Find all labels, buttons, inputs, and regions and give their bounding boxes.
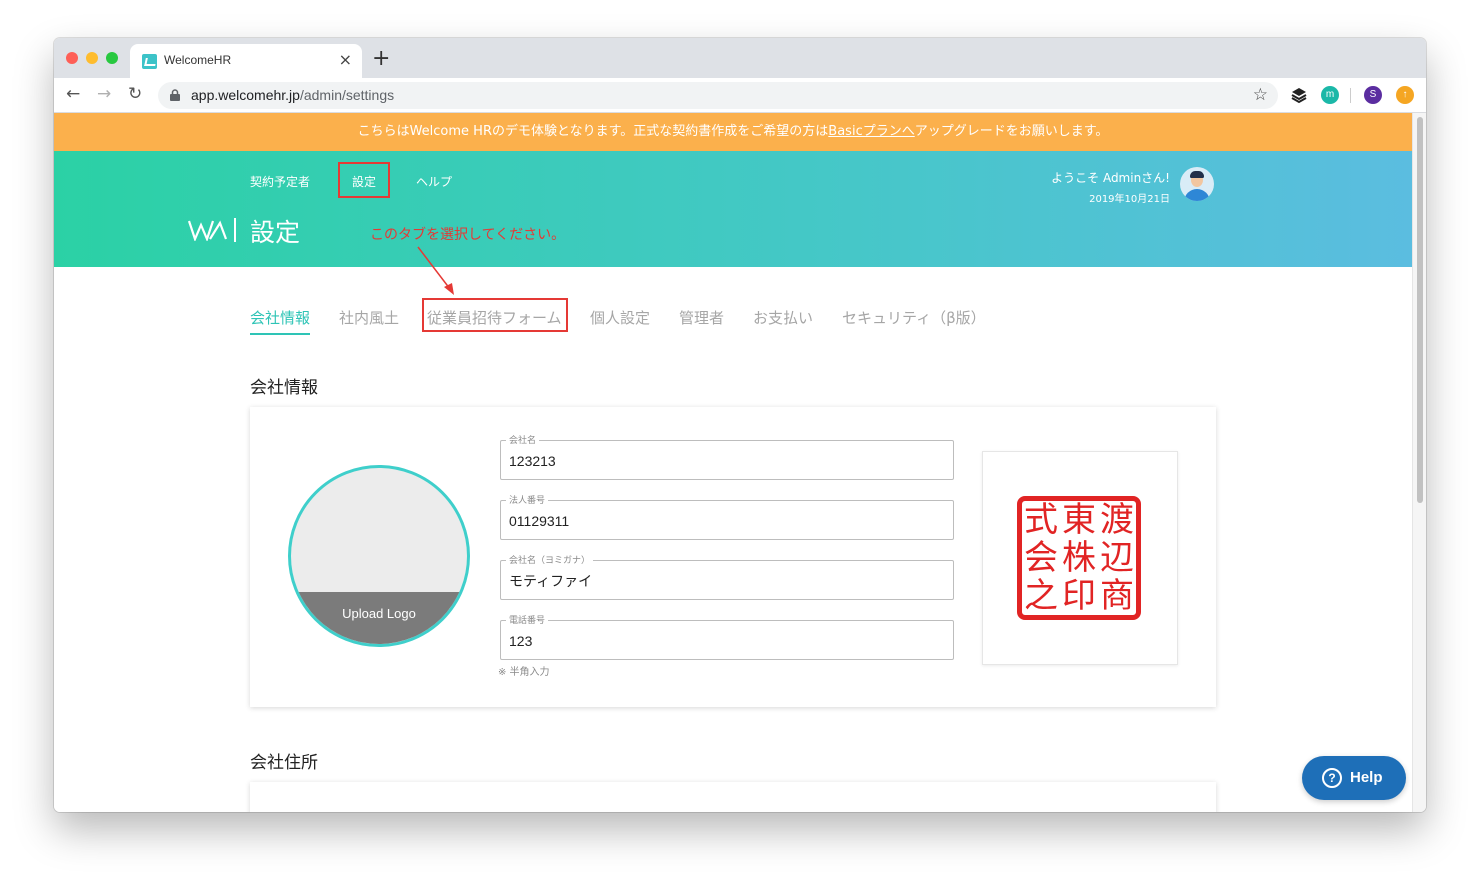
company-seal-image: 式東渡 会株辺 之印商 (1017, 496, 1141, 620)
company-info-card: Upload Logo 会社名 法人番号 会社名（ヨミガナ） 電話番号 ※ 半角… (250, 407, 1216, 707)
tab-security-beta[interactable]: セキュリティ（β版） (842, 307, 986, 328)
tab-title: WelcomeHR (164, 53, 232, 67)
logo-divider (234, 218, 236, 242)
company-name-input[interactable] (509, 453, 939, 469)
phone-number-input[interactable] (509, 633, 939, 649)
page-content: こちらはWelcome HRのデモ体験となります。正式な契約書作成をご希望の方は… (54, 113, 1412, 812)
forward-icon[interactable]: → (97, 84, 111, 104)
close-window-button[interactable] (66, 52, 78, 64)
logo-upload[interactable]: Upload Logo (288, 465, 470, 647)
minimize-window-button[interactable] (86, 52, 98, 64)
tab-personal-settings[interactable]: 個人設定 (590, 307, 650, 328)
back-icon[interactable]: ← (66, 84, 80, 104)
current-date: 2019年10月21日 (1089, 194, 1170, 205)
lock-icon (170, 89, 180, 101)
tab-company-culture[interactable]: 社内風土 (339, 307, 399, 328)
welcomehr-logo-icon (188, 220, 228, 241)
invite-tab-highlight-box (422, 298, 568, 332)
browser-toolbar: ← → ↻ app.welcomehr.jp/admin/settings ☆ … (54, 78, 1426, 113)
corporate-number-input[interactable] (509, 513, 939, 529)
upgrade-icon[interactable]: ↑ (1396, 86, 1414, 104)
section-title-company-info: 会社情報 (250, 378, 318, 398)
annotation-arrow-icon (417, 246, 454, 295)
half-width-note: ※ 半角入力 (498, 667, 550, 678)
close-tab-icon[interactable]: × (339, 50, 352, 69)
maximize-window-button[interactable] (106, 52, 118, 64)
company-address-card (250, 782, 1216, 812)
bookmark-star-icon[interactable]: ☆ (1253, 85, 1268, 105)
tab-administrators[interactable]: 管理者 (679, 307, 724, 328)
nav-contract-candidates[interactable]: 契約予定者 (250, 173, 310, 190)
browser-window: WelcomeHR × + ← → ↻ app.welcomehr.jp/adm… (54, 38, 1426, 812)
section-title-company-address: 会社住所 (250, 753, 318, 773)
tab-company-info[interactable]: 会社情報 (250, 307, 311, 335)
welcomehr-favicon-icon (142, 54, 157, 69)
layers-icon[interactable] (1290, 86, 1308, 104)
phone-number-field[interactable]: 電話番号 (500, 613, 954, 660)
new-tab-icon[interactable]: + (372, 46, 390, 71)
reload-icon[interactable]: ↻ (128, 84, 142, 104)
corporate-number-field[interactable]: 法人番号 (500, 493, 954, 540)
page-title: 設定 (250, 218, 301, 247)
page-scrollbar[interactable] (1412, 113, 1426, 812)
browser-tab[interactable]: WelcomeHR × (130, 44, 362, 78)
address-bar[interactable]: app.welcomehr.jp/admin/settings ☆ (158, 82, 1278, 109)
scrollbar-thumb[interactable] (1417, 117, 1423, 503)
company-seal-card[interactable]: 式東渡 会株辺 之印商 (982, 451, 1178, 665)
annotation-text: このタブを選択してください。 (370, 227, 566, 243)
upload-logo-button[interactable]: Upload Logo (291, 592, 467, 644)
nav-help[interactable]: ヘルプ (416, 173, 452, 190)
tab-strip: WelcomeHR × + (54, 38, 1426, 78)
user-greeting: ようこそ Adminさん! 2019年10月21日 (1051, 171, 1170, 205)
settings-highlight-box (338, 162, 390, 198)
tab-payment[interactable]: お支払い (753, 307, 813, 328)
header-hero: 契約予定者 設定 ヘルプ 設定 このタブを選択してください。 ようこそ Admi… (54, 151, 1412, 267)
avatar[interactable] (1180, 167, 1214, 201)
url-text: app.welcomehr.jp/admin/settings (191, 87, 395, 103)
basic-plan-link[interactable]: Basicプランへ (828, 124, 914, 139)
company-name-kana-input[interactable] (509, 573, 939, 589)
demo-banner: こちらはWelcome HRのデモ体験となります。正式な契約書作成をご希望の方は… (54, 113, 1412, 151)
toolbar-divider (1350, 88, 1351, 103)
extension-m-icon[interactable]: m (1321, 86, 1339, 104)
profile-avatar[interactable]: S (1364, 86, 1382, 104)
help-button[interactable]: ? Help (1302, 756, 1406, 800)
company-name-field[interactable]: 会社名 (500, 433, 954, 480)
question-icon: ? (1322, 768, 1342, 788)
company-name-kana-field[interactable]: 会社名（ヨミガナ） (500, 553, 954, 600)
